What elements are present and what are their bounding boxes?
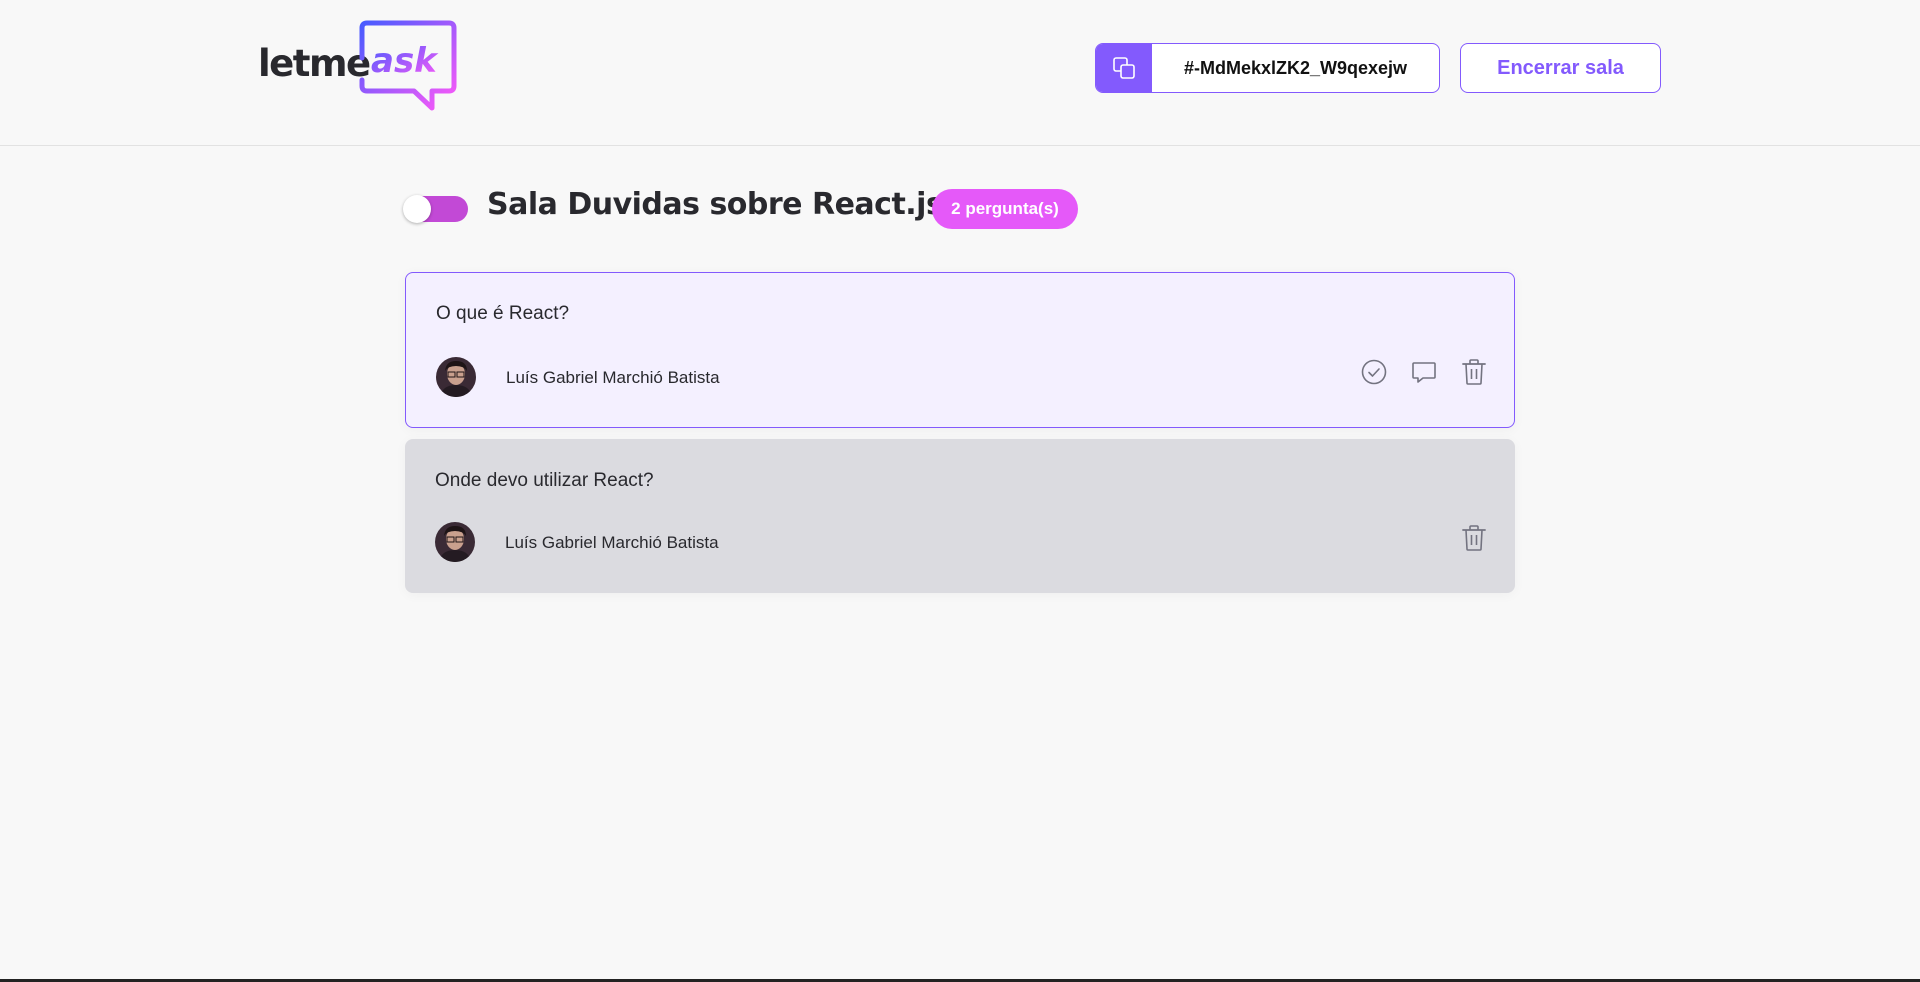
page-title: Sala Duvidas sobre React.js <box>487 187 944 222</box>
room-code-button[interactable]: #-MdMekxlZK2_W9qexejw <box>1095 43 1440 93</box>
answer-icon[interactable] <box>1409 357 1439 387</box>
room-code-text: #-MdMekxlZK2_W9qexejw <box>1183 57 1408 78</box>
toggle-knob <box>403 195 431 223</box>
delete-icon[interactable] <box>1459 357 1489 387</box>
question-card: O que é React? Luís Gabriel Marchió Bati… <box>405 272 1515 428</box>
logo-bubble-icon: ask <box>359 20 457 111</box>
check-icon[interactable] <box>1359 357 1389 387</box>
avatar <box>435 522 475 562</box>
question-content: Onde devo utilizar React? <box>435 470 654 491</box>
header: letme ask #-MdMekxlZK2_W9qexejw Encerrar… <box>0 0 1920 146</box>
logo[interactable]: letme ask <box>258 20 458 116</box>
logo-text: letme <box>258 42 371 85</box>
avatar <box>436 357 476 397</box>
question-count-badge: 2 pergunta(s) <box>932 189 1078 229</box>
author-name: Luís Gabriel Marchió Batista <box>505 533 719 552</box>
question-content: O que é React? <box>436 303 570 324</box>
room-toggle[interactable] <box>403 195 468 223</box>
close-room-button[interactable]: Encerrar sala <box>1460 43 1661 93</box>
logo-accent: ask <box>371 41 439 81</box>
copy-icon[interactable] <box>1096 44 1152 92</box>
delete-icon[interactable] <box>1459 523 1489 553</box>
question-card: Onde devo utilizar React? Luís Gabriel M… <box>405 439 1515 593</box>
author-name: Luís Gabriel Marchió Batista <box>506 368 720 387</box>
